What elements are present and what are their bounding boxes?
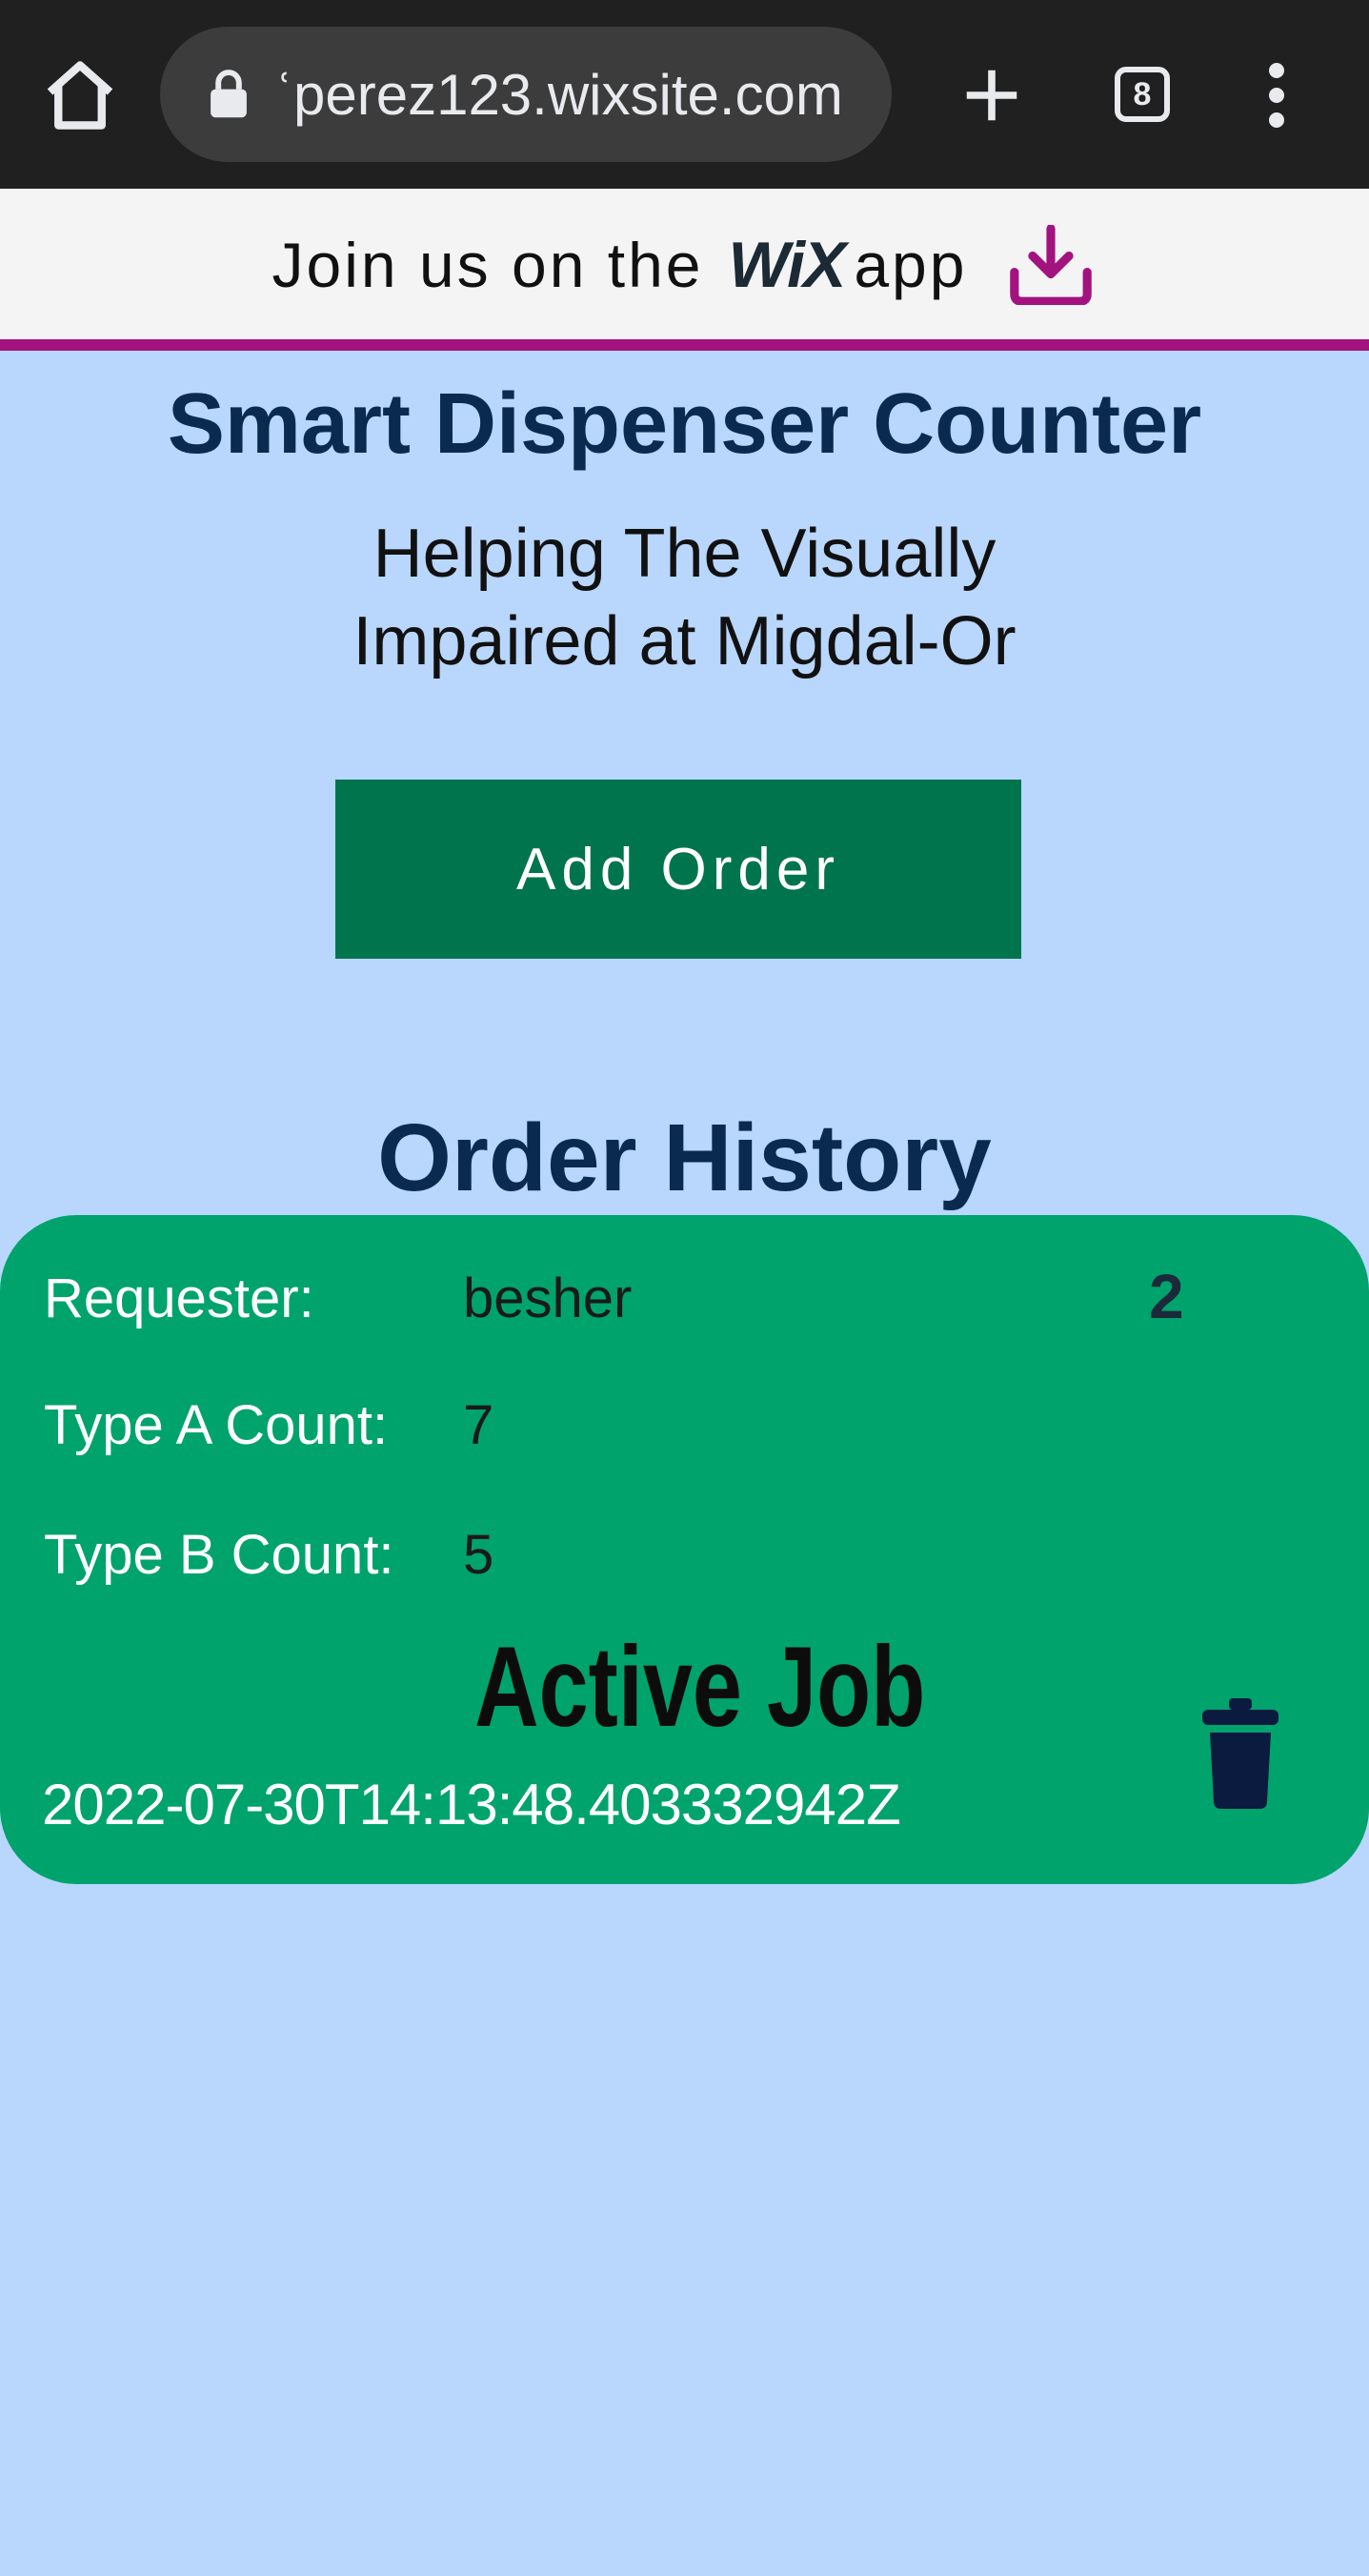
download-icon[interactable] <box>1005 225 1097 305</box>
order-timestamp: 2022-07-30T14:13:48.403332942Z <box>42 1773 901 1836</box>
trash-icon[interactable] <box>1202 1698 1278 1809</box>
order-history-title: Order History <box>377 1105 992 1211</box>
banner-content: Join us on the WiX app <box>0 225 1369 305</box>
requester-label: Requester: <box>44 1268 314 1329</box>
banner-app-text: app <box>854 230 968 300</box>
url-text: ʿperez123.wixsite.com <box>274 63 843 127</box>
job-status: Active Job <box>474 1623 926 1751</box>
tabs-icon[interactable]: 8 <box>1115 67 1170 122</box>
plus-icon[interactable] <box>958 55 1025 135</box>
lock-icon <box>211 70 247 118</box>
more-vert-icon[interactable] <box>1258 61 1296 130</box>
type-b-value: 5 <box>463 1524 494 1586</box>
banner-text: Join us on the <box>272 230 704 300</box>
page-subtitle: Helping The Visually Impaired at Migdal-… <box>352 516 1017 679</box>
requester-value: besher <box>463 1268 633 1329</box>
type-a-value: 7 <box>463 1394 494 1456</box>
browser-toolbar: ʿperez123.wixsite.com 8 <box>0 0 1369 189</box>
page-title: Smart Dispenser Counter <box>167 376 1202 472</box>
add-order-button[interactable]: Add Order <box>335 780 1021 959</box>
home-icon[interactable] <box>40 55 120 135</box>
address-bar[interactable]: ʿperez123.wixsite.com <box>160 27 892 162</box>
type-b-label: Type B Count: <box>44 1524 394 1586</box>
order-number: 2 <box>1149 1261 1184 1331</box>
wix-logo: WiX <box>728 229 846 301</box>
type-a-label: Type A Count: <box>44 1394 389 1456</box>
wix-app-banner[interactable]: Join us on the WiX app <box>0 189 1369 351</box>
